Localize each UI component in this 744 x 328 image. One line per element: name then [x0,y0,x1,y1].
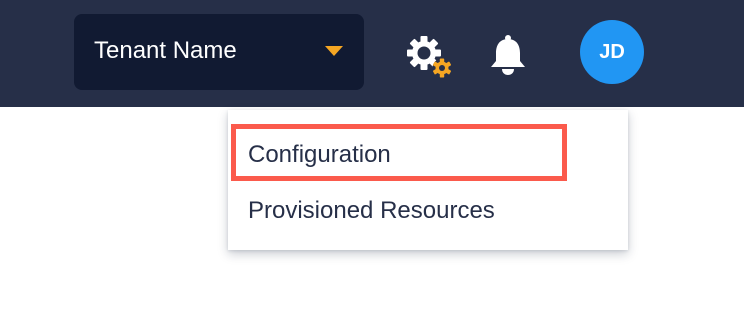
menu-item-configuration[interactable]: Configuration [248,140,391,170]
settings-dropdown-menu: Configuration Provisioned Resources [228,110,628,250]
settings-button[interactable] [404,32,456,80]
tenant-select-dropdown[interactable]: Tenant Name [74,14,364,90]
notifications-button[interactable] [488,34,528,76]
user-avatar[interactable]: JD [580,20,644,84]
menu-item-provisioned-resources[interactable]: Provisioned Resources [248,196,495,226]
top-navigation-bar: Tenant Name JD [0,0,744,107]
gear-icon [407,36,452,78]
bell-icon [491,35,525,75]
tenant-select-value: Tenant Name [94,37,237,64]
caret-down-icon [325,46,343,56]
